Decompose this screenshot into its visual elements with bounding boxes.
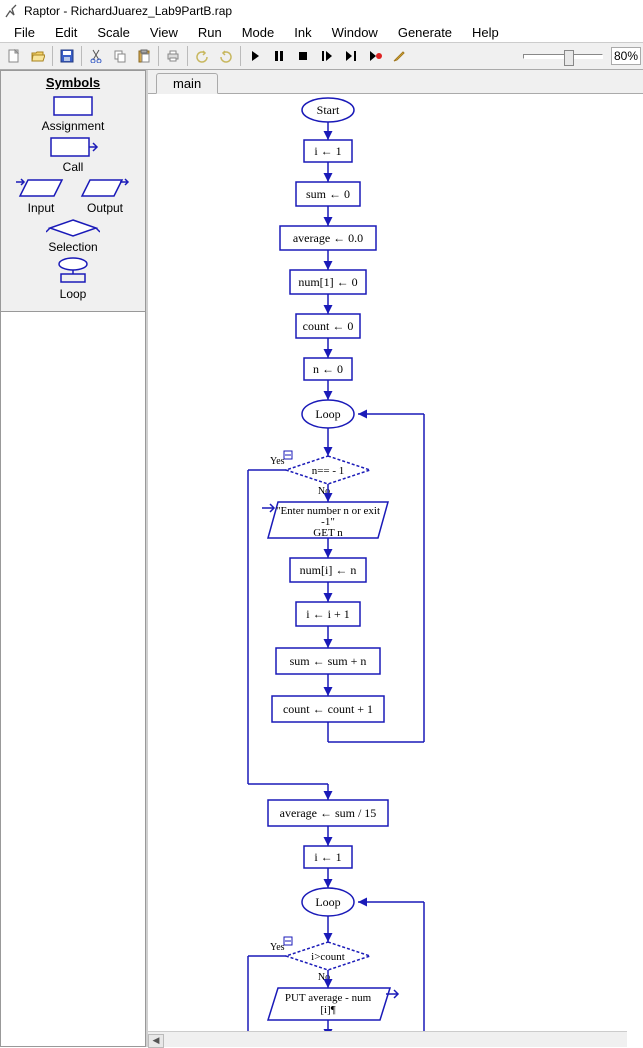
- svg-text:PUT average - num: PUT average - num: [285, 992, 372, 1004]
- symbol-output[interactable]: Output: [80, 176, 130, 215]
- menu-scale[interactable]: Scale: [87, 23, 140, 42]
- svg-text:Yes: Yes: [270, 942, 285, 953]
- symbol-assignment-label: Assignment: [42, 119, 105, 133]
- step-over-button[interactable]: [340, 45, 362, 67]
- cut-button[interactable]: [85, 45, 107, 67]
- stop-button[interactable]: [292, 45, 314, 67]
- left-panel: Symbols Assignment Call Input: [0, 70, 148, 1047]
- zoom-field[interactable]: 80%: [611, 47, 641, 65]
- pause-button[interactable]: [268, 45, 290, 67]
- svg-text:Loop: Loop: [315, 407, 340, 421]
- svg-text:n== - 1: n== - 1: [312, 465, 345, 477]
- svg-text:average ← sum / 15: average ← sum / 15: [280, 806, 377, 820]
- main-area: Symbols Assignment Call Input: [0, 70, 643, 1047]
- speed-slider[interactable]: [523, 54, 603, 59]
- toolbar: 80%: [0, 42, 643, 70]
- symbols-panel: Symbols Assignment Call Input: [0, 70, 146, 312]
- copy-button[interactable]: [109, 45, 131, 67]
- canvas-area: main Start i ← 1 sum ← 0: [148, 70, 643, 1047]
- svg-text:i ← i + 1: i ← i + 1: [306, 607, 349, 621]
- svg-text:count ← count + 1: count ← count + 1: [283, 702, 373, 716]
- svg-text:Yes: Yes: [270, 456, 285, 467]
- symbol-loop-label: Loop: [60, 287, 87, 301]
- horizontal-scrollbar[interactable]: ◀: [148, 1031, 627, 1047]
- svg-text:num[i] ← n: num[i] ← n: [300, 563, 357, 577]
- menu-bar: File Edit Scale View Run Mode Ink Window…: [0, 22, 643, 42]
- title-bar: Raptor - RichardJuarez_Lab9PartB.rap: [0, 0, 643, 22]
- print-button[interactable]: [162, 45, 184, 67]
- menu-mode[interactable]: Mode: [232, 23, 285, 42]
- paste-button[interactable]: [133, 45, 155, 67]
- svg-text:Start: Start: [317, 103, 340, 117]
- watch-panel: [0, 312, 146, 1047]
- step-into-button[interactable]: [316, 45, 338, 67]
- breakpoint-button[interactable]: [364, 45, 386, 67]
- menu-ink[interactable]: Ink: [284, 23, 321, 42]
- svg-text:i>count: i>count: [311, 951, 345, 963]
- play-button[interactable]: [244, 45, 266, 67]
- svg-text:i ← 1: i ← 1: [314, 850, 341, 864]
- new-button[interactable]: [3, 45, 25, 67]
- scroll-left-icon[interactable]: ◀: [148, 1034, 164, 1048]
- menu-view[interactable]: View: [140, 23, 188, 42]
- menu-file[interactable]: File: [4, 23, 45, 42]
- symbol-call-label: Call: [63, 160, 84, 174]
- menu-generate[interactable]: Generate: [388, 23, 462, 42]
- menu-help[interactable]: Help: [462, 23, 509, 42]
- symbol-call[interactable]: Call: [47, 135, 99, 174]
- svg-text:sum ← sum + n: sum ← sum + n: [290, 654, 367, 668]
- svg-text:count ← 0: count ← 0: [303, 319, 354, 333]
- svg-text:n ← 0: n ← 0: [313, 362, 343, 376]
- svg-text:average ← 0.0: average ← 0.0: [293, 231, 363, 245]
- svg-text:sum ← 0: sum ← 0: [306, 187, 350, 201]
- svg-text:num[1] ← 0: num[1] ← 0: [298, 275, 357, 289]
- symbol-assignment[interactable]: Assignment: [42, 94, 105, 133]
- redo-button[interactable]: [215, 45, 237, 67]
- symbols-title: Symbols: [3, 75, 143, 90]
- window-title: Raptor - RichardJuarez_Lab9PartB.rap: [24, 4, 232, 18]
- svg-text:i ← 1: i ← 1: [314, 144, 341, 158]
- svg-text:Loop: Loop: [315, 895, 340, 909]
- symbol-output-label: Output: [87, 201, 123, 215]
- symbol-loop[interactable]: Loop: [53, 256, 93, 301]
- symbol-selection-label: Selection: [48, 240, 97, 254]
- menu-window[interactable]: Window: [322, 23, 388, 42]
- flowchart-svg: Start i ← 1 sum ← 0 average ← 0.0 num[1]…: [148, 94, 643, 1047]
- menu-edit[interactable]: Edit: [45, 23, 87, 42]
- app-icon: [4, 3, 20, 19]
- svg-text:GET n: GET n: [313, 527, 343, 539]
- pencil-button[interactable]: [388, 45, 410, 67]
- tab-strip: main: [148, 70, 643, 94]
- save-button[interactable]: [56, 45, 78, 67]
- open-button[interactable]: [27, 45, 49, 67]
- symbol-selection[interactable]: Selection: [46, 217, 100, 254]
- svg-text:[i]¶: [i]¶: [320, 1004, 335, 1016]
- symbol-input-label: Input: [28, 201, 55, 215]
- menu-run[interactable]: Run: [188, 23, 232, 42]
- flowchart-canvas[interactable]: Start i ← 1 sum ← 0 average ← 0.0 num[1]…: [148, 94, 643, 1047]
- tab-main[interactable]: main: [156, 73, 218, 94]
- undo-button[interactable]: [191, 45, 213, 67]
- symbol-input[interactable]: Input: [16, 176, 66, 215]
